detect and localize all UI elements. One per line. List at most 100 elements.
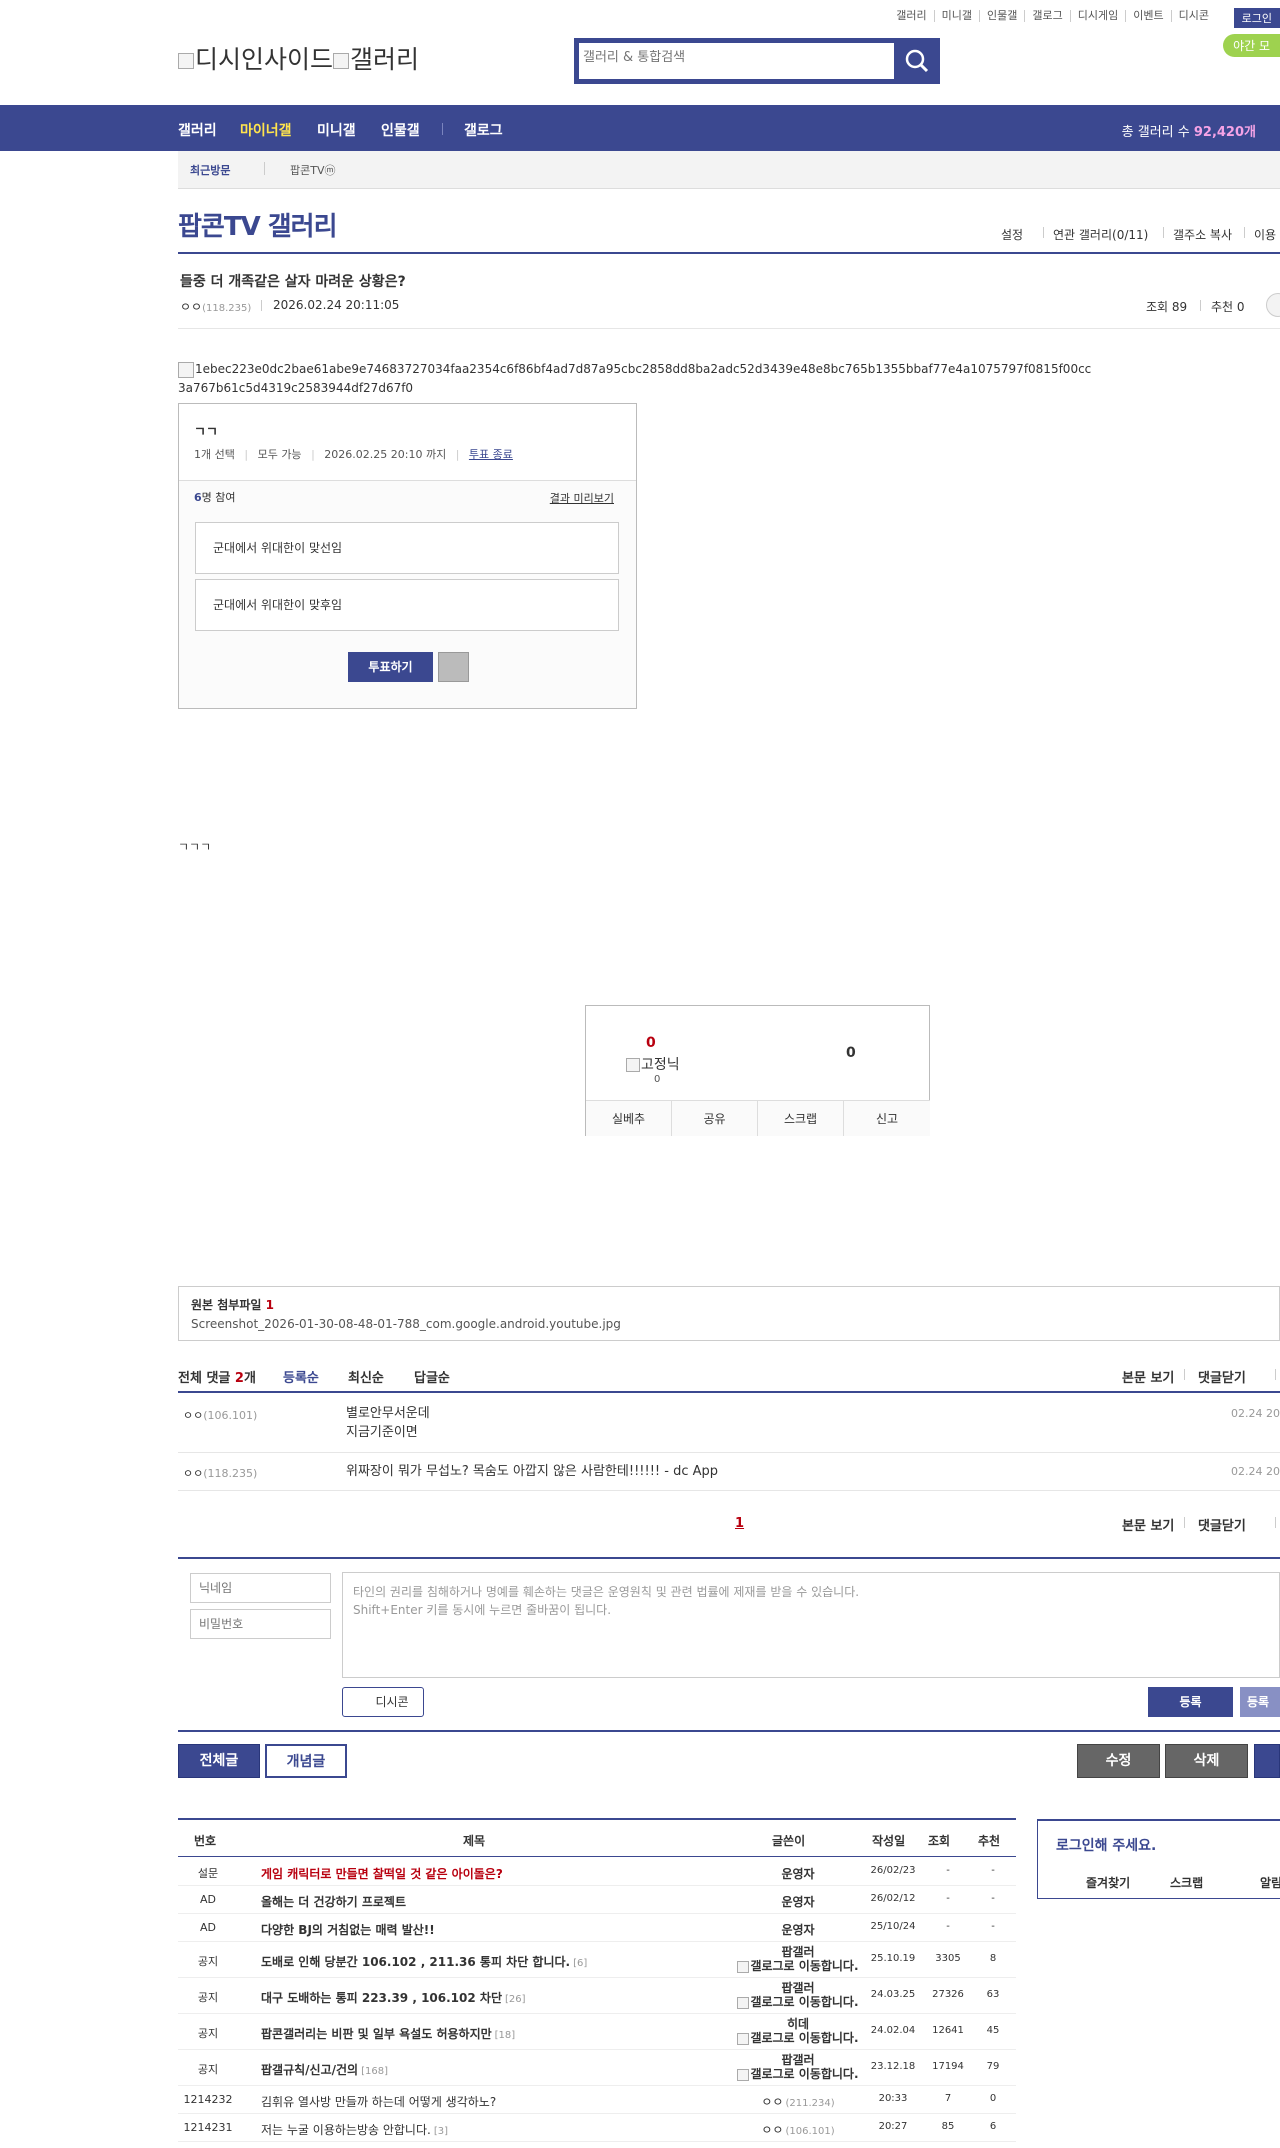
row-comment-count[interactable]: [18] xyxy=(495,2030,516,2041)
gallog-image[interactable]: 갤로그로 이동합니다. xyxy=(723,2031,873,2045)
more-options-button[interactable] xyxy=(1266,293,1280,317)
row-author[interactable]: ㅇㅇ (211.234) xyxy=(723,2093,873,2110)
poll-option-2[interactable]: 군대에서 위대한이 맞후임 xyxy=(195,579,619,631)
recommend-up-count[interactable]: 0 xyxy=(646,1035,656,1051)
row-title[interactable]: 김휘유 열사방 만들까 하는데 어떻게 생각하노? xyxy=(261,2093,721,2110)
comment-page-1[interactable]: 1 xyxy=(735,1516,744,1531)
top-menu-event[interactable]: 이벤트 xyxy=(1126,10,1172,22)
nav-minor-gallery[interactable]: 마이너갤 xyxy=(240,120,292,140)
delete-button[interactable]: 삭제 xyxy=(1165,1744,1248,1778)
comment-author[interactable]: ㅇㅇ(106.101) xyxy=(183,1407,257,1423)
row-author[interactable]: ㅇㅇ (106.101) xyxy=(723,2121,873,2138)
password-input[interactable] xyxy=(190,1609,331,1639)
edit-button[interactable]: 수정 xyxy=(1077,1744,1160,1778)
close-comments-button-bottom[interactable]: 댓글닫기 xyxy=(1198,1515,1246,1534)
gallery-title[interactable]: 팝콘TV 갤러리 xyxy=(178,206,338,243)
attachment-file[interactable]: Screenshot_2026-01-30-08-48-01-788_com.g… xyxy=(191,1317,1267,1331)
comment-submit-recommend-button[interactable]: 등록 xyxy=(1240,1687,1280,1717)
scrap-button[interactable]: 스크랩 xyxy=(758,1100,844,1136)
view-body-button-bottom[interactable]: 본문 보기 xyxy=(1122,1515,1174,1534)
top-menu-dcgame[interactable]: 디시게임 xyxy=(1071,10,1127,22)
share-button[interactable]: 공유 xyxy=(672,1100,758,1136)
scrap-link[interactable]: 스크랩 xyxy=(1170,1874,1203,1891)
row-author-name: ㅇㅇ xyxy=(761,2123,784,2137)
nav-person-gallery[interactable]: 인물갤 xyxy=(381,120,420,140)
row-comment-count[interactable]: [26] xyxy=(505,1994,526,2005)
row-title[interactable]: 팝갤규칙/신고/건의 [168] xyxy=(261,2061,721,2078)
copy-gallery-url[interactable]: 갤주소 복사 xyxy=(1173,226,1232,243)
row-title[interactable]: 다양한 BJ의 거침없는 매력 발산!! xyxy=(261,1921,721,1938)
top-menu-persongall[interactable]: 인물갤 xyxy=(980,10,1026,22)
row-author[interactable]: 팝갤러 갤로그로 이동합니다. xyxy=(723,1945,873,1973)
sort-by-register[interactable]: 등록순 xyxy=(283,1367,319,1386)
row-title[interactable]: 게임 캐릭터로 만들면 찰떡일 것 같은 아이돌은? xyxy=(261,1865,721,1882)
view-body-button[interactable]: 본문 보기 xyxy=(1122,1367,1174,1386)
site-logo[interactable]: 디시인사이드 갤러리 xyxy=(178,40,419,76)
login-box-title[interactable]: 로그인해 주세요. xyxy=(1056,1835,1156,1855)
row-comment-count[interactable]: [6] xyxy=(573,1958,587,1969)
gallery-usage[interactable]: 이용 xyxy=(1254,226,1276,243)
nav-mini-gallery[interactable]: 미니갤 xyxy=(317,120,356,140)
favorites-link[interactable]: 즐겨찾기 xyxy=(1086,1874,1130,1891)
search-input[interactable] xyxy=(583,50,883,65)
top-menu-gallery[interactable]: 갤러리 xyxy=(889,10,935,22)
row-comment-count[interactable]: [3] xyxy=(434,2126,448,2137)
row-title[interactable]: 대구 도배하는 통피 223.39 , 106.102 차단 [26] xyxy=(261,1989,721,2006)
write-button[interactable] xyxy=(1254,1744,1280,1778)
nav-gallery[interactable]: 갤러리 xyxy=(178,120,217,140)
row-author[interactable]: 운영자 xyxy=(723,1865,873,1882)
poll-end-link[interactable]: 투표 종료 xyxy=(469,448,513,461)
dccon-button[interactable]: 디시콘 xyxy=(342,1687,424,1717)
related-gallery[interactable]: 연관 갤러리(0/11) xyxy=(1053,226,1148,243)
real-best-button[interactable]: 실베추 xyxy=(586,1100,672,1136)
notification-link[interactable]: 알림 xyxy=(1260,1874,1280,1891)
post-author[interactable]: ㅇㅇ(118.235) xyxy=(180,298,251,315)
divider xyxy=(1244,227,1245,238)
login-button[interactable]: 로그인 xyxy=(1233,8,1280,28)
search-button[interactable] xyxy=(894,38,940,84)
row-title[interactable]: 올해는 더 건강하기 프로젝트 xyxy=(261,1893,721,1910)
col-author: 글쓴이 xyxy=(772,1834,806,1848)
vote-secondary-button[interactable] xyxy=(438,652,469,682)
gallog-image[interactable]: 갤로그로 이동합니다. xyxy=(723,1995,873,2009)
report-button[interactable]: 신고 xyxy=(844,1100,930,1136)
comment-form-bottom-line xyxy=(178,1730,1280,1732)
row-title[interactable]: 팝콘갤러리는 비판 및 일부 욕설도 허용하지만 [18] xyxy=(261,2025,721,2042)
recommend-down-count[interactable]: 0 xyxy=(846,1045,856,1061)
concept-posts-button[interactable]: 개념글 xyxy=(265,1744,347,1778)
gallog-image[interactable]: 갤로그로 이동합니다. xyxy=(723,2067,873,2081)
row-author[interactable]: 팝갤러 갤로그로 이동합니다. xyxy=(723,2053,873,2081)
poll-preview-link[interactable]: 결과 미리보기 xyxy=(550,490,614,506)
night-mode-button[interactable]: 야간 모 xyxy=(1223,34,1280,57)
comment-line: 지금기준이면 xyxy=(346,1425,418,1440)
row-comment-count[interactable]: [168] xyxy=(361,2066,388,2077)
vote-button[interactable]: 투표하기 xyxy=(348,652,433,682)
gallery-settings[interactable]: 설정 xyxy=(1001,226,1023,243)
poll-option-1[interactable]: 군대에서 위대한이 맞선임 xyxy=(195,522,619,574)
nav-gallog[interactable]: 갤로그 xyxy=(464,120,503,140)
row-author[interactable]: 팝갤러 갤로그로 이동합니다. xyxy=(723,1981,873,2009)
all-posts-button[interactable]: 전체글 xyxy=(178,1744,260,1778)
sort-by-reply[interactable]: 답글순 xyxy=(414,1367,450,1386)
row-author[interactable]: 운영자 xyxy=(723,1921,873,1938)
top-menu-minigall[interactable]: 미니갤 xyxy=(935,10,981,22)
login-box: 로그인해 주세요. 즐겨찾기 스크랩 알림 xyxy=(1037,1819,1280,1899)
comment-textarea[interactable]: 타인의 권리를 침해하거나 명예를 훼손하는 댓글은 운영원칙 및 관련 법률에… xyxy=(342,1572,1280,1678)
close-comments-button[interactable]: 댓글닫기 xyxy=(1198,1367,1246,1386)
row-author[interactable]: 운영자 xyxy=(723,1893,873,1910)
nickname-input[interactable] xyxy=(190,1573,331,1603)
comment-author-name: ㅇㅇ xyxy=(183,1409,204,1422)
row-author[interactable]: 히데 갤로그로 이동합니다. xyxy=(723,2017,873,2045)
fixed-nick-count: 0 xyxy=(654,1074,661,1085)
top-menu-gallog[interactable]: 갤로그 xyxy=(1025,10,1071,22)
recent-item[interactable]: 팝콘TVⓜ xyxy=(290,162,335,178)
comment-submit-button[interactable]: 등록 xyxy=(1148,1687,1233,1717)
sort-by-latest[interactable]: 최신순 xyxy=(348,1367,384,1386)
gallog-image[interactable]: 갤로그로 이동합니다. xyxy=(723,1959,873,1973)
comment-author[interactable]: ㅇㅇ(118.235) xyxy=(183,1465,257,1481)
row-title[interactable]: 저는 누굴 이용하는방송 안합니다. [3] xyxy=(261,2121,721,2138)
row-author-name: 팝갤러 xyxy=(781,1945,815,1959)
top-menu-dccon[interactable]: 디시콘 xyxy=(1172,10,1216,22)
attachment-label: 원본 첨부파일 1 xyxy=(191,1296,1267,1313)
row-title[interactable]: 도배로 인해 당분간 106.102 , 211.36 통피 차단 합니다. [6… xyxy=(261,1953,721,1970)
